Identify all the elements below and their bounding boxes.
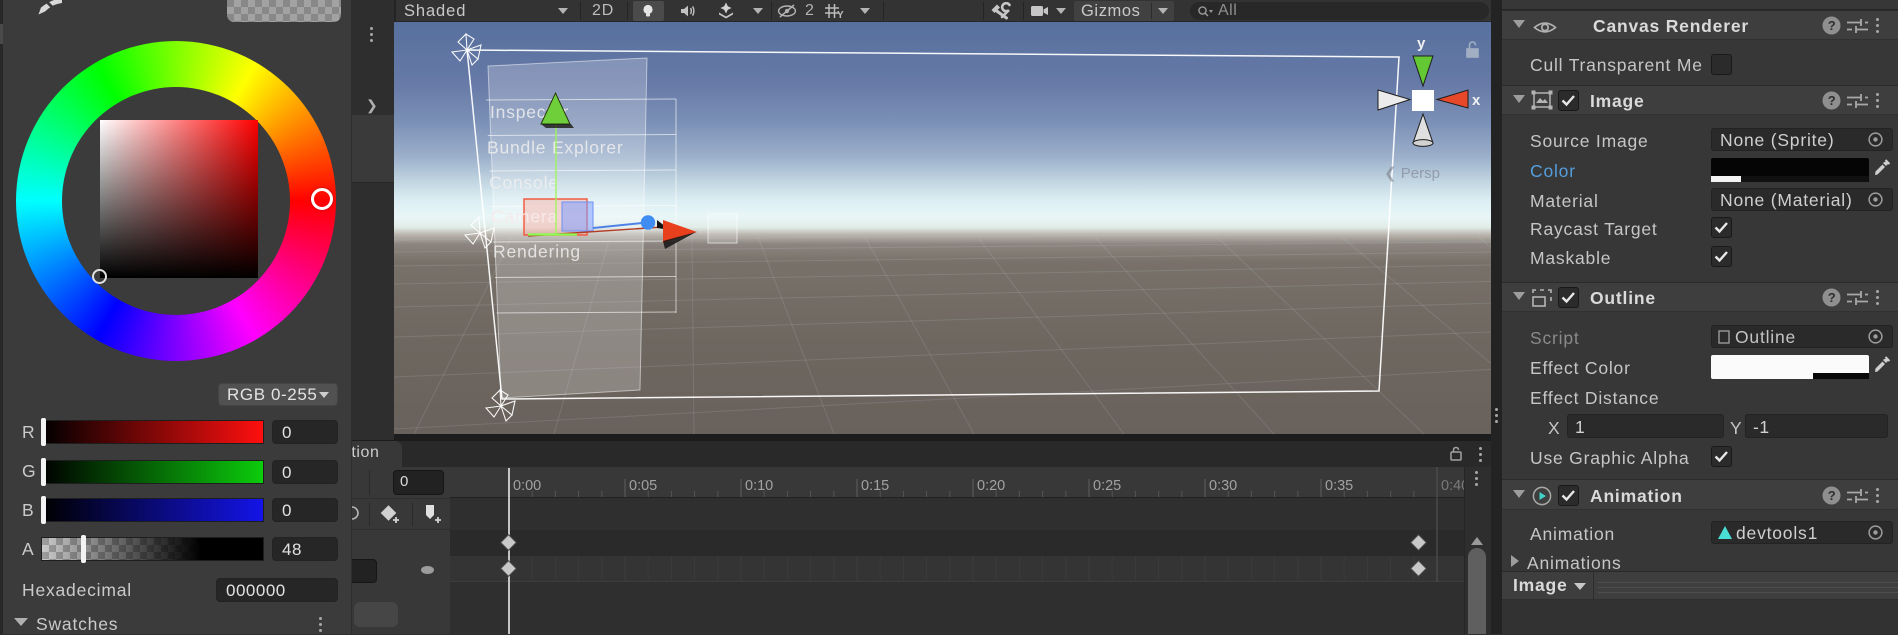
svg-text:?: ?	[1828, 488, 1836, 503]
svg-text:Console: Console	[489, 173, 559, 193]
svg-text:Camera: Camera	[491, 207, 558, 227]
svg-text:Rendering: Rendering	[493, 242, 581, 262]
svg-text:0:15: 0:15	[861, 478, 889, 494]
svg-text:Y: Y	[837, 10, 844, 19]
svg-text:0:35: 0:35	[1325, 478, 1353, 494]
svg-text:0:10: 0:10	[745, 478, 773, 494]
svg-text:?: ?	[1828, 290, 1836, 305]
svg-text:y: y	[1417, 35, 1426, 52]
svg-text:0:05: 0:05	[629, 478, 657, 494]
svg-text:0:25: 0:25	[1093, 478, 1121, 494]
svg-text:?: ?	[1828, 93, 1836, 108]
svg-text:0:00: 0:00	[513, 478, 541, 494]
svg-text:?: ?	[1828, 18, 1836, 33]
svg-text:Bundle Explorer: Bundle Explorer	[487, 138, 624, 158]
svg-text:0:30: 0:30	[1209, 478, 1237, 494]
svg-text:❮ Persp: ❮ Persp	[1384, 165, 1440, 182]
svg-text:0:20: 0:20	[977, 478, 1005, 494]
svg-text:x: x	[1472, 92, 1481, 109]
